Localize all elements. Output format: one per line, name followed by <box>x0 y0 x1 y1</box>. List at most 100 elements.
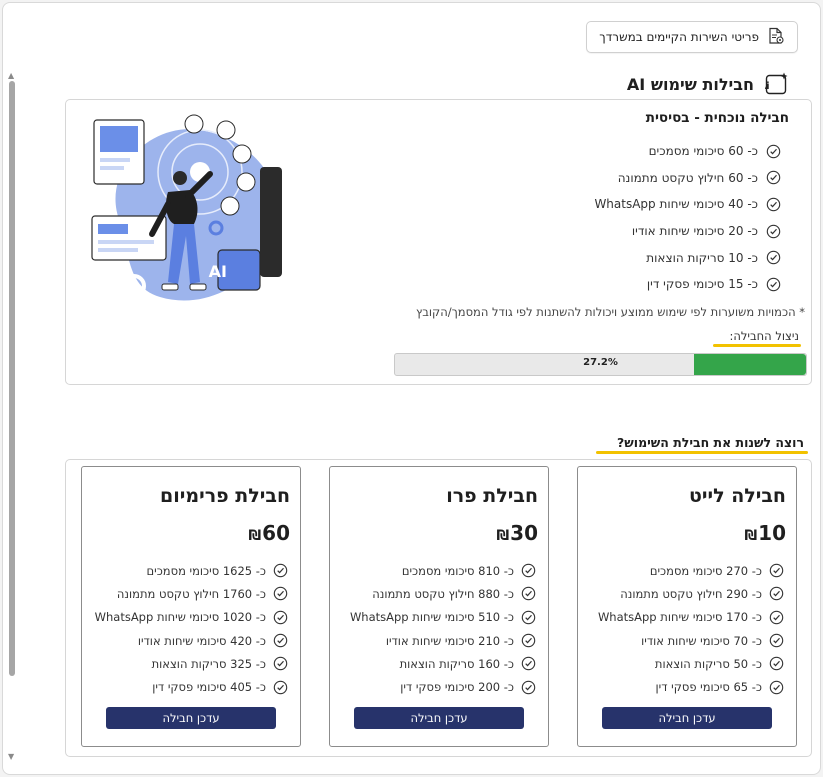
list-item: כ- 170 סיכומי שיחות WhatsApp <box>598 606 784 629</box>
feature-text: כ- 10 סריקות הוצאות <box>646 250 758 265</box>
plan-name: חבילה לייט <box>689 485 786 507</box>
check-circle-icon <box>766 171 781 185</box>
feature-text: כ- 210 סיכומי שיחות אודיו <box>385 633 514 648</box>
list-item: כ- 60 חילוץ טקסט מתמונה <box>594 165 781 192</box>
update-plan-button-pro[interactable]: עדכן חבילה <box>354 707 524 729</box>
feature-text: כ- 510 סיכומי שיחות WhatsApp <box>349 610 514 625</box>
list-item: כ- 15 סיכומי פסקי דין <box>594 271 781 298</box>
check-circle-icon <box>521 680 536 694</box>
office-services-label: פריטי השירות הקיימים במשרדך <box>599 30 759 44</box>
usage-label: ניצול החבילה: <box>729 329 800 343</box>
list-item: כ- 420 סיכומי שיחות אודיו <box>95 629 288 652</box>
feature-text: כ- 1760 חילוץ טקסט מתמונה <box>116 586 266 601</box>
list-item: כ- 290 חילוץ טקסט מתמונה <box>598 582 784 605</box>
section-header: Ai חבילות שימוש AI <box>627 71 790 97</box>
ai-user-illustration: AI <box>91 114 282 301</box>
price-value: 30 <box>510 521 538 545</box>
feature-text: כ- 200 סיכומי פסקי דין <box>400 680 514 695</box>
ai-sparkle-icon: Ai <box>764 71 790 97</box>
current-plan-title: חבילה נוכחית - בסיסית <box>645 110 789 126</box>
check-circle-icon <box>769 633 784 648</box>
list-item: כ- 20 סיכומי שיחות אודיו <box>594 218 781 245</box>
plan-features: כ- 1625 סיכומי מסמכים כ- 1760 חילוץ טקסט… <box>95 559 288 699</box>
feature-text: כ- 40 סיכומי שיחות WhatsApp <box>594 197 758 212</box>
list-item: כ- 325 סריקות הוצאות <box>95 652 288 675</box>
list-item: כ- 65 סיכומי פסקי דין <box>598 675 784 698</box>
change-plan-underline <box>596 451 808 454</box>
list-item: כ- 160 סריקות הוצאות <box>350 652 536 675</box>
plan-card-lite: חבילה לייט 10 ₪ כ- 270 סיכומי מסמכים כ- 2… <box>577 466 797 747</box>
list-item: כ- 405 סיכומי פסקי דין <box>95 675 288 698</box>
check-circle-icon <box>273 657 288 671</box>
feature-text: כ- 880 חילוץ טקסט מתמונה <box>372 586 514 601</box>
plan-features: כ- 810 סיכומי מסמכים כ- 880 חילוץ טקסט מ… <box>350 559 536 699</box>
list-item: כ- 10 סריקות הוצאות <box>594 244 781 271</box>
list-item: כ- 70 סיכומי שיחות אודיו <box>598 629 784 652</box>
update-plan-button-premium[interactable]: עדכן חבילה <box>106 707 276 729</box>
list-item: כ- 1625 סיכומי מסמכים <box>95 559 288 582</box>
section-title: חבילות שימוש AI <box>626 74 754 94</box>
change-plan-title: רוצה לשנות את חבילת השימוש? <box>617 435 804 450</box>
main-window: ▲ ▼ פריטי השירות הקיימים במשרדך Ai חבילו… <box>2 2 821 775</box>
check-circle-icon <box>766 277 781 292</box>
feature-text: כ- 1625 סיכומי מסמכים <box>146 563 266 578</box>
list-item: כ- 200 סיכומי פסקי דין <box>350 675 536 698</box>
scroll-up-icon[interactable]: ▲ <box>8 71 14 80</box>
usage-underline <box>713 344 801 347</box>
feature-text: כ- 325 סריקות הוצאות <box>151 656 266 671</box>
feature-text: כ- 15 סיכומי פסקי דין <box>646 277 758 292</box>
currency-symbol: ₪ <box>496 528 510 544</box>
plan-card-pro: חבילת פרו 30 ₪ כ- 810 סיכומי מסמכים כ- 88… <box>329 466 549 747</box>
check-circle-icon <box>521 633 536 648</box>
check-circle-icon <box>769 610 784 624</box>
list-item: כ- 810 סיכומי מסמכים <box>350 559 536 582</box>
plans-container: חבילה לייט 10 ₪ כ- 270 סיכומי מסמכים כ- 2… <box>65 459 812 757</box>
check-circle-icon <box>769 587 784 601</box>
list-item: כ- 1760 חילוץ טקסט מתמונה <box>95 582 288 605</box>
usage-progress-text: 27.2% <box>583 357 618 368</box>
current-plan-card: חבילה נוכחית - בסיסית כ- 60 סיכומי מסמכי… <box>65 99 812 385</box>
plan-price: 10 ₪ <box>744 521 786 545</box>
plan-name: חבילת פרו <box>446 485 538 507</box>
feature-text: כ- 270 סיכומי מסמכים <box>649 563 762 578</box>
check-circle-icon <box>273 587 288 601</box>
check-circle-icon <box>521 587 536 601</box>
feature-text: כ- 1020 סיכומי שיחות WhatsApp <box>94 610 266 625</box>
feature-text: כ- 405 סיכומי פסקי דין <box>152 680 266 695</box>
check-circle-icon <box>273 563 288 578</box>
vertical-scrollbar[interactable]: ▲ ▼ <box>7 71 17 761</box>
document-settings-icon <box>767 27 785 48</box>
feature-text: כ- 50 סריקות הוצאות <box>654 656 762 671</box>
check-circle-icon <box>769 680 784 694</box>
check-circle-icon <box>766 250 781 265</box>
feature-text: כ- 420 סיכומי שיחות אודיו <box>137 633 266 648</box>
plan-price: 60 ₪ <box>248 521 290 545</box>
list-item: כ- 50 סריקות הוצאות <box>598 652 784 675</box>
feature-text: כ- 20 סיכומי שיחות אודיו <box>631 224 758 239</box>
list-item: כ- 510 סיכומי שיחות WhatsApp <box>350 606 536 629</box>
feature-text: כ- 70 סיכומי שיחות אודיו <box>641 633 762 648</box>
plan-features: כ- 270 סיכומי מסמכים כ- 290 חילוץ טקסט מ… <box>598 559 784 699</box>
price-value: 60 <box>262 521 290 545</box>
check-circle-icon <box>521 610 536 624</box>
update-plan-button-lite[interactable]: עדכן חבילה <box>602 707 772 729</box>
check-circle-icon <box>273 610 288 624</box>
current-plan-features: כ- 60 סיכומי מסמכים כ- 60 חילוץ טקסט מתמ… <box>594 138 781 298</box>
feature-text: כ- 60 חילוץ טקסט מתמונה <box>617 170 758 185</box>
plan-name: חבילת פרימיום <box>160 485 290 507</box>
usage-progress-bar: 27.2% <box>394 353 807 376</box>
estimate-note: * הכמויות משוערות לפי שימוש ממוצע ויכולו… <box>416 305 805 319</box>
feature-text: כ- 290 חילוץ טקסט מתמונה <box>620 586 762 601</box>
check-circle-icon <box>521 563 536 578</box>
svg-text:AI: AI <box>209 262 227 281</box>
price-value: 10 <box>758 521 786 545</box>
list-item: כ- 270 סיכומי מסמכים <box>598 559 784 582</box>
currency-symbol: ₪ <box>248 528 262 544</box>
svg-text:Ai: Ai <box>765 81 770 92</box>
list-item: כ- 40 סיכומי שיחות WhatsApp <box>594 191 781 218</box>
feature-text: כ- 160 סריקות הוצאות <box>399 656 514 671</box>
scroll-down-icon[interactable]: ▼ <box>8 752 14 761</box>
office-services-button[interactable]: פריטי השירות הקיימים במשרדך <box>586 21 798 53</box>
list-item: כ- 210 סיכומי שיחות אודיו <box>350 629 536 652</box>
scroll-thumb[interactable] <box>9 81 15 676</box>
